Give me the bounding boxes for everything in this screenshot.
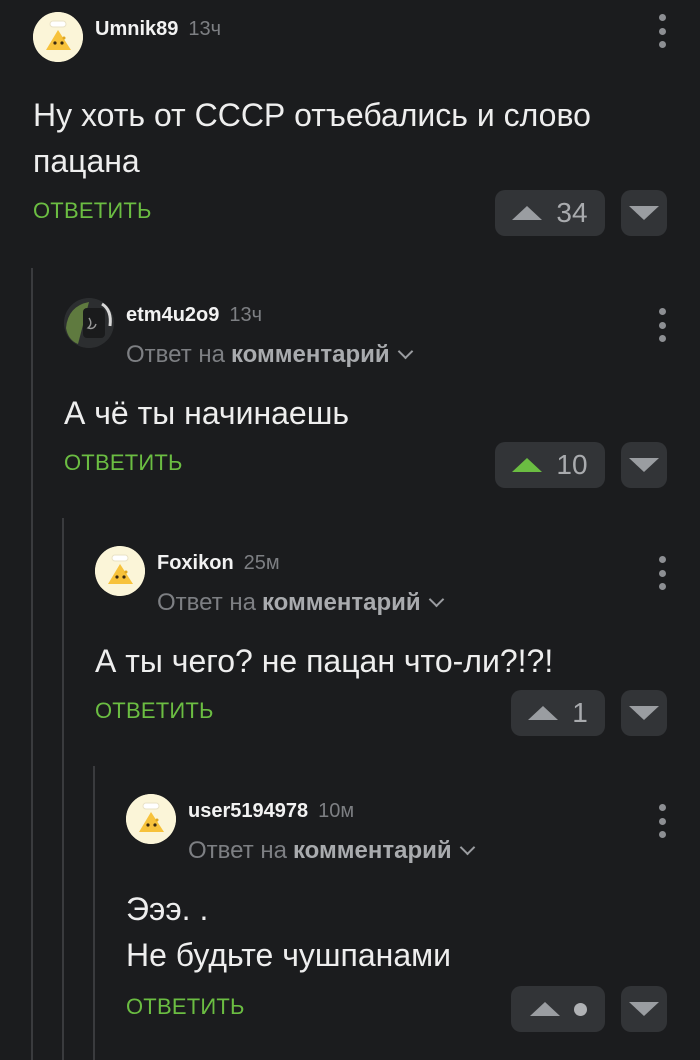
comment-actions: ОТВЕТИТЬ 10 xyxy=(64,442,700,490)
reply-to-link[interactable]: Ответ на комментарий xyxy=(157,589,444,617)
more-options-icon[interactable] xyxy=(658,14,666,48)
rating-count: 1 xyxy=(572,697,588,728)
arrow-up-icon xyxy=(512,206,543,220)
custom-photo-avatar-icon[interactable] xyxy=(64,298,114,348)
thread-line-level-3 xyxy=(93,766,95,1060)
arrow-down-icon xyxy=(629,1002,659,1016)
reply-to-prefix: Ответ на xyxy=(188,837,287,864)
reply-to-prefix: Ответ на xyxy=(126,341,225,368)
comment-text: Эээ. . Не будьте чушпанами xyxy=(126,886,700,978)
arrow-up-icon xyxy=(528,706,559,720)
rating-count: 10 xyxy=(556,449,588,480)
comment-author: Umnik89 13ч xyxy=(95,18,221,41)
chevron-down-icon xyxy=(459,839,475,855)
comment-time: 13ч xyxy=(188,18,222,40)
reply-to-prefix: Ответ на xyxy=(157,589,256,616)
downvote-button[interactable] xyxy=(621,690,667,736)
reply-to-link[interactable]: Ответ на комментарий xyxy=(126,341,413,369)
comment-text-line: А чё ты начинаешь xyxy=(64,395,350,431)
username[interactable]: Foxikon xyxy=(157,552,234,575)
reply-to-target: комментарий xyxy=(261,589,421,616)
comment-user5194978: user5194978 10м Ответ на комментарий Эээ… xyxy=(126,794,700,1034)
upvote-button[interactable]: 1 xyxy=(511,690,605,736)
comment-author: etm4u2o9 13ч Ответ на комментарий xyxy=(126,304,413,369)
arrow-down-icon xyxy=(629,206,659,220)
more-options-icon[interactable] xyxy=(658,804,666,838)
downvote-button[interactable] xyxy=(621,190,667,236)
comment-actions: ОТВЕТИТЬ 34 xyxy=(33,190,700,238)
reply-button[interactable]: ОТВЕТИТЬ xyxy=(126,994,245,1020)
thread-line-level-2 xyxy=(62,518,64,1060)
comment-text: А чё ты начинаешь xyxy=(64,390,700,436)
default-cheese-avatar-icon[interactable] xyxy=(33,12,83,62)
comment-time: 13ч xyxy=(229,304,263,326)
comment-text: Ну хоть от СССР отъебались и слово пацан… xyxy=(33,92,700,184)
comment-etm4u2o9: etm4u2o9 13ч Ответ на комментарий А чё т… xyxy=(64,298,700,490)
comment-text-line: Ну хоть от СССР отъебались и слово xyxy=(33,97,591,133)
arrow-up-icon xyxy=(529,1002,560,1016)
username[interactable]: Umnik89 xyxy=(95,18,178,41)
upvote-button[interactable]: 10 xyxy=(495,442,605,488)
comment-author: Foxikon 25м Ответ на комментарий xyxy=(157,552,444,617)
username[interactable]: etm4u2o9 xyxy=(126,304,219,327)
comment-time: 25м xyxy=(243,552,280,574)
reply-to-target: комментарий xyxy=(230,341,390,368)
comment-text-line: А ты чего? не пацан что-ли?!?! xyxy=(95,643,554,679)
default-cheese-avatar-icon[interactable] xyxy=(95,546,145,596)
reply-to-target: комментарий xyxy=(292,837,452,864)
comment-actions: ОТВЕТИТЬ 1 xyxy=(95,690,700,738)
downvote-button[interactable] xyxy=(621,442,667,488)
comment-text-line: Не будьте чушпанами xyxy=(126,937,451,973)
comment-text-line: пацана xyxy=(33,143,140,179)
comment-time: 10м xyxy=(318,800,355,822)
thread-line-level-1 xyxy=(31,268,33,1060)
comment-text-line: Эээ. . xyxy=(126,891,209,927)
hidden-rating-dot-icon xyxy=(573,1002,587,1016)
downvote-button[interactable] xyxy=(621,986,667,1032)
username[interactable]: user5194978 xyxy=(188,800,308,823)
more-options-icon[interactable] xyxy=(658,308,666,342)
comment-actions: ОТВЕТИТЬ xyxy=(126,986,700,1034)
reply-button[interactable]: ОТВЕТИТЬ xyxy=(95,698,214,724)
comment-foxikon: Foxikon 25м Ответ на комментарий А ты че… xyxy=(95,546,700,738)
rating-count: 34 xyxy=(556,197,588,228)
chevron-down-icon xyxy=(397,343,413,359)
more-options-icon[interactable] xyxy=(658,556,666,590)
reply-to-link[interactable]: Ответ на комментарий xyxy=(188,837,475,865)
arrow-down-icon xyxy=(629,458,659,472)
default-cheese-avatar-icon[interactable] xyxy=(126,794,176,844)
chevron-down-icon xyxy=(428,591,444,607)
reply-button[interactable]: ОТВЕТИТЬ xyxy=(33,198,152,224)
comment-text: А ты чего? не пацан что-ли?!?! xyxy=(95,638,700,684)
arrow-up-icon xyxy=(512,458,543,472)
upvote-button[interactable] xyxy=(511,986,605,1032)
comment-umnik89: Umnik89 13ч Ну хоть от СССР отъебались и… xyxy=(33,12,700,238)
comment-author: user5194978 10м Ответ на комментарий xyxy=(188,800,475,865)
upvote-button[interactable]: 34 xyxy=(495,190,605,236)
arrow-down-icon xyxy=(629,706,659,720)
reply-button[interactable]: ОТВЕТИТЬ xyxy=(64,450,183,476)
